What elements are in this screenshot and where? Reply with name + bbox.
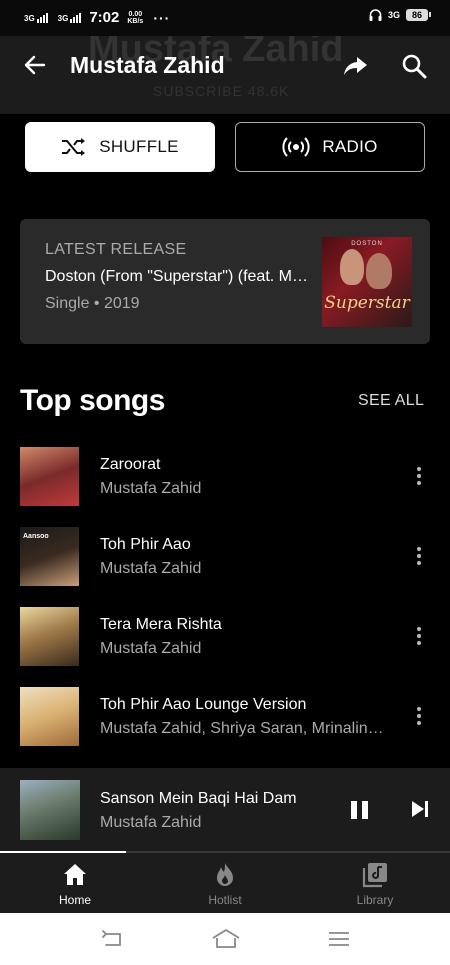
nav-hotlist[interactable]: Hotlist	[150, 853, 300, 913]
now-playing-thumbnail	[20, 780, 80, 840]
header-background-subscribe: SUBSCRIBE 48.6K	[153, 83, 290, 99]
speed-value: 0.00	[128, 10, 143, 18]
song-row[interactable]: Tera Mera Rishta Mustafa Zahid	[0, 596, 450, 676]
status-right: 3G 86	[369, 9, 432, 21]
top-songs-heading: Top songs	[20, 384, 165, 417]
latest-release-card[interactable]: LATEST RELEASE Doston (From "Superstar")…	[20, 219, 430, 344]
pause-icon[interactable]	[348, 798, 370, 822]
song-title: Toh Phir Aao	[100, 536, 191, 553]
song-title: Zaroorat	[100, 456, 161, 473]
song-row[interactable]: Zaroorat Mustafa Zahid	[0, 436, 450, 516]
now-playing-title: Sanson Mein Baqi Hai Dam	[100, 790, 297, 807]
status-bar: 3G 3G 7:02 0.00 KB/s ··· 3G 86	[0, 0, 450, 36]
artwork-title: Superstar	[324, 293, 410, 313]
shuffle-icon	[62, 138, 86, 156]
song-thumbnail: Aansoo	[20, 527, 79, 586]
song-row[interactable]: Aansoo Toh Phir Aao Mustafa Zahid	[0, 516, 450, 596]
nav-library[interactable]: Library	[300, 853, 450, 913]
status-left: 3G 3G 7:02 0.00 KB/s ···	[24, 9, 170, 26]
more-options-icon[interactable]	[409, 706, 429, 726]
network-speed: 0.00 KB/s	[127, 11, 143, 25]
more-options-icon[interactable]	[409, 466, 429, 486]
mini-player[interactable]: Sanson Mein Baqi Hai Dam Mustafa Zahid	[0, 768, 450, 852]
song-artist: Mustafa Zahid, Shriya Saran, Mrinalini T…	[100, 720, 385, 737]
bottom-navigation: Home Hotlist Library	[0, 853, 450, 913]
shuffle-label: SHUFFLE	[99, 137, 179, 156]
signal-icon-1: 3G	[24, 12, 48, 23]
system-home-icon[interactable]	[211, 927, 241, 951]
network-type-right: 3G	[387, 10, 400, 20]
network-type-1: 3G	[24, 13, 35, 23]
flame-icon	[217, 863, 233, 886]
more-options-icon[interactable]	[409, 546, 429, 566]
nav-home[interactable]: Home	[0, 853, 150, 913]
page-title: Mustafa Zahid	[70, 52, 225, 78]
radio-label: RADIO	[322, 137, 378, 156]
latest-release-label: LATEST RELEASE	[45, 241, 187, 258]
artwork-caption: DOSTON	[351, 241, 383, 247]
system-menu-icon[interactable]	[326, 927, 352, 951]
song-artist: Mustafa Zahid	[100, 640, 202, 657]
song-artist: Mustafa Zahid	[100, 560, 202, 577]
see-all-button[interactable]: SEE ALL	[358, 392, 424, 410]
now-playing-artist: Mustafa Zahid	[100, 814, 202, 831]
top-songs-list: Zaroorat Mustafa Zahid Aansoo Toh Phir A…	[0, 436, 450, 768]
share-icon[interactable]	[342, 54, 368, 78]
search-icon[interactable]	[401, 53, 427, 79]
song-title: Toh Phir Aao Lounge Version	[100, 696, 307, 713]
artwork-figure	[366, 253, 392, 289]
back-arrow-icon[interactable]	[22, 52, 48, 78]
clock: 7:02	[89, 9, 120, 26]
song-thumbnail	[20, 447, 79, 506]
home-icon	[64, 864, 86, 885]
more-options-icon[interactable]	[409, 626, 429, 646]
signal-icon-2: 3G	[57, 12, 82, 23]
song-artist: Mustafa Zahid	[100, 480, 202, 497]
song-title: Tera Mera Rishta	[100, 616, 222, 633]
radio-icon	[282, 137, 310, 157]
artist-header: Mustafa Zahid SUBSCRIBE 48.6K Mustafa Za…	[0, 36, 450, 114]
headphones-icon	[369, 9, 382, 21]
nav-library-label: Library	[356, 893, 394, 907]
artwork-figure	[340, 249, 364, 285]
system-back-icon[interactable]	[100, 927, 126, 951]
shuffle-button[interactable]: SHUFFLE	[25, 122, 215, 172]
system-navigation-bar	[0, 913, 450, 965]
nav-hotlist-label: Hotlist	[208, 893, 242, 907]
nav-home-label: Home	[58, 893, 91, 907]
latest-release-title: Doston (From "Superstar") (feat. Mustafa…	[45, 268, 310, 285]
library-icon	[362, 863, 387, 888]
latest-release-artwork: DOSTON Superstar	[322, 237, 412, 327]
song-thumbnail	[20, 687, 79, 746]
network-type-2: 3G	[57, 13, 69, 23]
song-row[interactable]: Toh Phir Aao Lounge Version Mustafa Zahi…	[0, 676, 450, 756]
speed-unit: KB/s	[127, 17, 144, 25]
song-thumbnail	[20, 607, 79, 666]
radio-button[interactable]: RADIO	[235, 122, 425, 172]
skip-next-icon[interactable]	[407, 796, 433, 822]
latest-release-meta: Single • 2019	[45, 295, 140, 312]
thumbnail-text: Aansoo	[23, 533, 49, 540]
battery-icon: 86	[405, 9, 432, 21]
more-notifications-icon: ···	[153, 9, 171, 26]
